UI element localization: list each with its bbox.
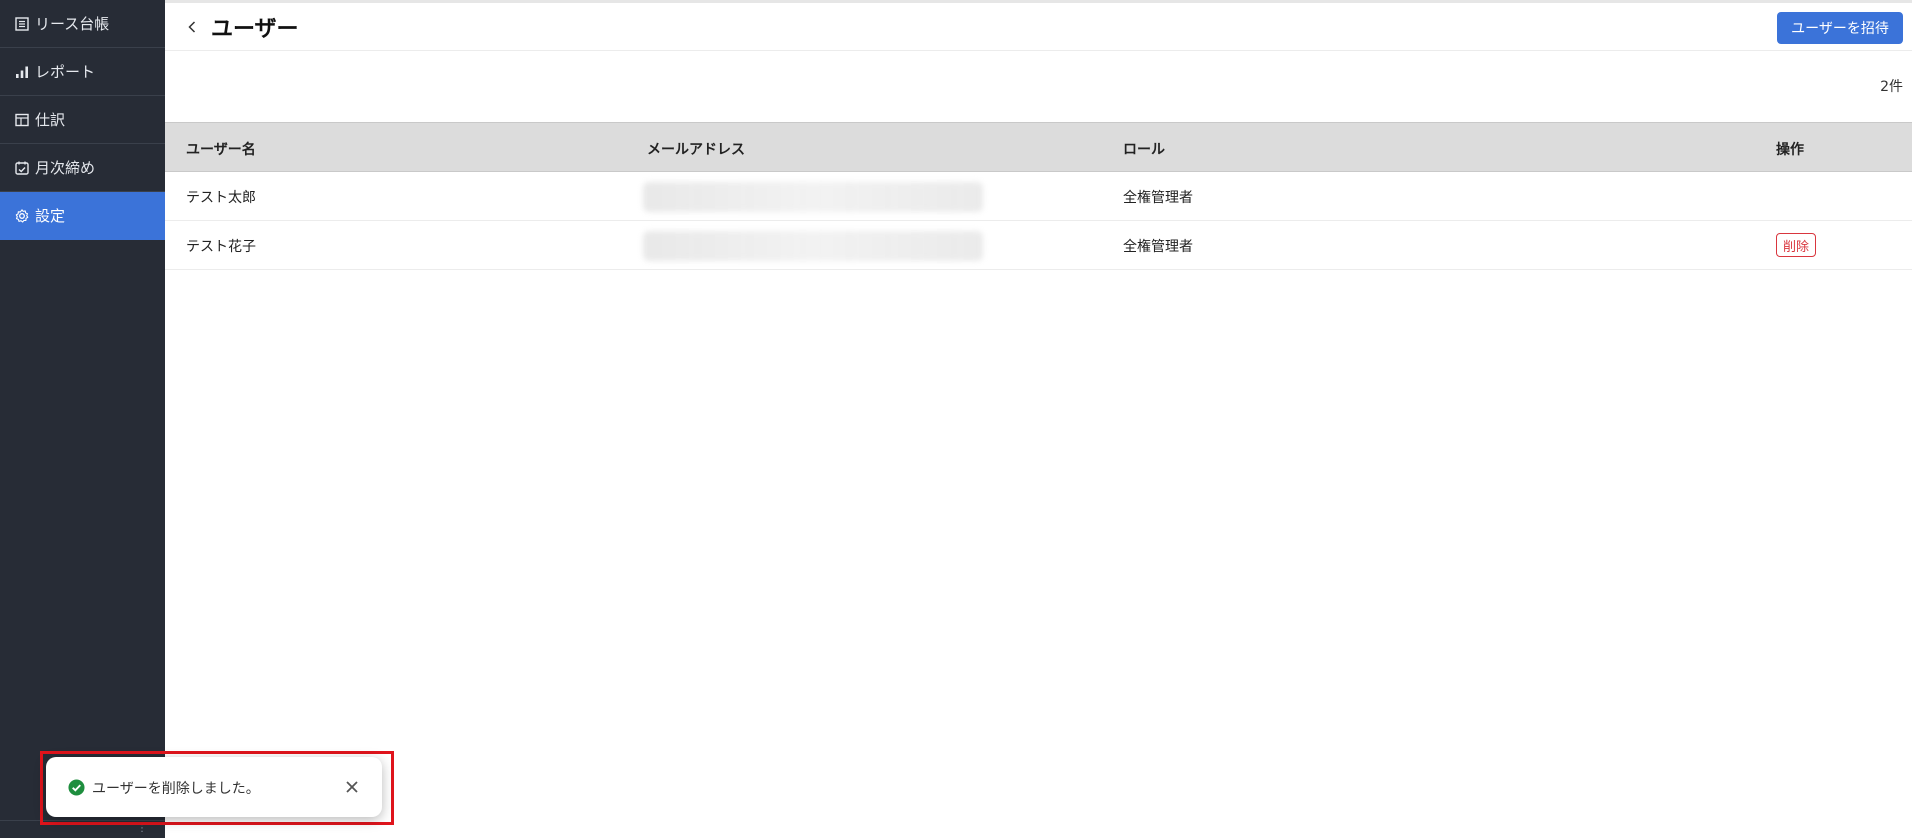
users-table: ユーザー名 メールアドレス ロール 操作 テスト太郎 全権管理者 テスト花子 全… xyxy=(165,122,1912,270)
column-header-actions: 操作 xyxy=(1776,142,1804,158)
redacted-email xyxy=(643,231,983,261)
column-header-email: メールアドレス xyxy=(647,142,745,158)
chevron-left-icon xyxy=(188,21,196,33)
cell-role: 全権管理者 xyxy=(1123,190,1193,206)
journal-table-icon xyxy=(14,112,30,128)
sidebar: リース台帳 レポート 仕訳 月次締め 設定 ⋮ xyxy=(0,0,165,838)
bar-chart-icon xyxy=(14,64,30,80)
sidebar-item-lease-ledger[interactable]: リース台帳 xyxy=(0,0,165,48)
sidebar-item-journal[interactable]: 仕訳 xyxy=(0,96,165,144)
calendar-check-icon xyxy=(14,160,30,176)
sidebar-item-label: 設定 xyxy=(35,207,66,225)
table-row: テスト太郎 全権管理者 xyxy=(165,172,1912,221)
ledger-icon xyxy=(14,16,30,32)
success-check-icon xyxy=(68,779,85,796)
cell-role: 全権管理者 xyxy=(1123,239,1193,255)
result-count: 2件 xyxy=(1880,79,1903,95)
sidebar-item-label: 月次締め xyxy=(35,159,96,177)
cell-username: テスト太郎 xyxy=(186,190,256,206)
cell-username: テスト花子 xyxy=(186,239,256,255)
table-header: ユーザー名 メールアドレス ロール 操作 xyxy=(165,122,1912,172)
sidebar-item-monthly-close[interactable]: 月次締め xyxy=(0,144,165,192)
sidebar-item-label: 仕訳 xyxy=(35,111,66,129)
close-icon[interactable] xyxy=(342,777,362,797)
page-title: ユーザー xyxy=(211,17,299,42)
redacted-email xyxy=(643,182,983,212)
sidebar-item-label: レポート xyxy=(35,63,96,81)
success-toast: ユーザーを削除しました。 xyxy=(46,757,382,817)
delete-user-button[interactable]: 削除 xyxy=(1776,233,1817,257)
gear-icon xyxy=(14,208,30,224)
invite-user-button[interactable]: ユーザーを招待 xyxy=(1777,12,1903,44)
sidebar-item-report[interactable]: レポート xyxy=(0,48,165,96)
table-row: テスト花子 全権管理者 削除 xyxy=(165,221,1912,270)
column-header-role: ロール xyxy=(1123,142,1165,158)
column-header-username: ユーザー名 xyxy=(186,142,256,158)
toast-message: ユーザーを削除しました。 xyxy=(92,781,260,797)
back-button[interactable] xyxy=(183,17,201,37)
main-content: ユーザー ユーザーを招待 2件 ユーザー名 メールアドレス ロール 操作 テスト… xyxy=(165,0,1912,838)
page-header: ユーザー ユーザーを招待 xyxy=(165,3,1912,51)
sidebar-item-settings[interactable]: 設定 xyxy=(0,192,165,240)
sidebar-item-label: リース台帳 xyxy=(35,15,110,33)
